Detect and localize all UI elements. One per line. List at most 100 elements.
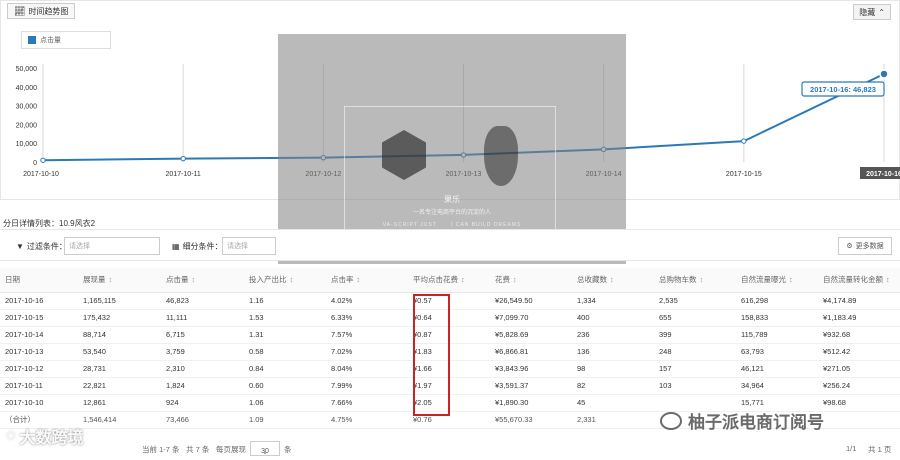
chat-bubble-icon: ◌: [6, 427, 16, 444]
sort-icon: ↕: [699, 275, 704, 285]
chart-legend[interactable]: 点击量: [21, 31, 111, 49]
table-cell: 45: [572, 394, 654, 412]
col-header[interactable]: 花费 ↕: [490, 268, 572, 293]
table-cell: ¥5,828.69: [490, 326, 572, 344]
pager-unit: 条: [284, 445, 292, 454]
table-cell: 2,535: [654, 292, 736, 310]
gear-icon: ⚙: [846, 243, 853, 250]
table-cell: 7.57%: [326, 326, 408, 344]
more-data-button[interactable]: ⚙ 更多数据: [838, 237, 892, 255]
col-header[interactable]: 总购物车数 ↕: [654, 268, 736, 293]
table-cell: 236: [572, 326, 654, 344]
table-cell: 1,334: [572, 292, 654, 310]
table-cell: 2017-10-11: [0, 377, 78, 395]
y-tick-label: 0: [33, 160, 37, 167]
table-cell: ¥3,843.96: [490, 360, 572, 378]
table-cell: 98: [572, 360, 654, 378]
col-header[interactable]: 投入产出比 ↕: [244, 268, 326, 293]
logo-left: ◌ 大数跨境: [6, 424, 84, 448]
pager-total: 共 7 条: [186, 445, 210, 454]
table-cell: 46,823: [161, 292, 244, 310]
watermark-tagline: 一名专注电商平台的沉淀的人: [412, 210, 491, 216]
per-page-select[interactable]: 30 ⌄: [250, 441, 280, 456]
filter-bar: ▼ 过滤条件： 请选择 ▦ 细分条件： 请选择 ⚙ 更多数据: [0, 229, 900, 261]
sort-icon: ↕: [886, 275, 890, 285]
subfilter-select[interactable]: 请选择: [222, 237, 276, 255]
col-header[interactable]: 自然流量转化金额 ↕: [818, 268, 900, 293]
table-cell: 2017-10-10: [0, 394, 78, 412]
sort-icon: ↕: [513, 275, 517, 285]
watermark-name: 果乐: [444, 195, 460, 204]
table-cell: 1,546,414: [78, 411, 161, 429]
trend-tab[interactable]: 📈︎ 时间趋势图: [7, 3, 76, 19]
data-point: [741, 138, 747, 144]
table-cell: ¥256.24: [818, 377, 900, 395]
table-cell: ¥55,670.33: [490, 411, 572, 429]
filter-label-text: 过滤条件：: [26, 242, 67, 251]
wechat-icon: [660, 411, 682, 430]
table-cell: ¥1,183.49: [818, 309, 900, 327]
table-cell: 34,964: [736, 377, 818, 395]
collapse-button[interactable]: 隐藏 ⌃: [853, 4, 891, 20]
x-tick-label: 2017-10-16: [866, 171, 900, 178]
sort-icon: ↕: [289, 275, 294, 285]
table-cell: 7.66%: [326, 394, 408, 412]
table-cell: 1,824: [161, 377, 244, 395]
col-header[interactable]: 日期: [0, 268, 78, 293]
subfilter-label: ▦ 细分条件：: [172, 241, 223, 252]
table-cell: 399: [654, 326, 736, 344]
table-row: 2017-10-16 1,165,115 46,823 1.16 4.02% ¥0.57 ¥…: [0, 292, 900, 310]
table-header-row: 日期 展现量 ↕ 点击量 ↕ 投入产出比 ↕ 点击率 ↕ 平均点击花费 ↕ 花费 ↕ 总收藏…: [0, 268, 900, 293]
filter-select[interactable]: 请选择: [64, 237, 160, 255]
col-header[interactable]: 点击率 ↕: [326, 268, 408, 293]
table-cell: 2017-10-15: [0, 309, 78, 327]
table-cell: 0.84: [244, 360, 326, 378]
table-cell: ¥3,591.37: [490, 377, 572, 395]
table-cell: 0.60: [244, 377, 326, 395]
table-row: 2017-10-13 53,540 3,759 0.58 7.02% ¥1.83 ¥6,86…: [0, 343, 900, 361]
table-cell: 7.02%: [326, 343, 408, 361]
x-tick-label: 2017-10-15: [726, 171, 762, 178]
table-cell: 2,310: [161, 360, 244, 378]
sort-icon: ↕: [610, 275, 614, 285]
table-cell: 248: [654, 343, 736, 361]
table-cell: 6,715: [161, 326, 244, 344]
table-cell: 2017-10-12: [0, 360, 78, 378]
table-cell: 73,466: [161, 411, 244, 429]
pager-page-total: 共 1 页: [868, 445, 892, 454]
logo-left-text: 大数跨境: [19, 430, 84, 447]
table-cell: ¥7,099.70: [490, 309, 572, 327]
pager-per-page-label: 每页展现: [216, 445, 246, 454]
trend-tab-label: 时间趋势图: [28, 6, 69, 16]
table-cell: 157: [654, 360, 736, 378]
table-cell: 115,789: [736, 326, 818, 344]
collapse-label: 隐藏: [859, 7, 876, 17]
table-cell: 103: [654, 377, 736, 395]
table-cell: 175,432: [78, 309, 161, 327]
bearded-figure-icon: [484, 126, 518, 186]
y-tick-label: 40,000: [16, 85, 38, 92]
logo-right: 柚子派电商订阅号: [660, 408, 824, 433]
sort-icon: ↕: [356, 275, 361, 285]
watermark-small-left: VA-SCRIPT JUST: [382, 222, 437, 228]
tooltip-text: 2017-10-16: 46,823: [810, 85, 876, 94]
sort-icon: ↕: [789, 275, 793, 285]
table-row: 2017-10-14 88,714 6,715 1.31 7.57% ¥0.87 ¥5,82…: [0, 326, 900, 344]
table-cell: 0.58: [244, 343, 326, 361]
col-header[interactable]: 总收藏数 ↕: [572, 268, 654, 293]
table-cell: 46,121: [736, 360, 818, 378]
sort-icon: ↕: [108, 275, 113, 285]
table-cell: ¥4,174.89: [818, 292, 900, 310]
pager-current: 当前 1-7 条: [142, 445, 180, 454]
col-header[interactable]: 自然流量曝光 ↕: [736, 268, 818, 293]
chevron-down-icon: ⌄: [262, 449, 268, 456]
col-header[interactable]: 点击量 ↕: [161, 268, 244, 293]
funnel-icon: ▼: [16, 242, 24, 251]
table-cell: 2017-10-13: [0, 343, 78, 361]
col-header[interactable]: 展现量 ↕: [78, 268, 161, 293]
col-header[interactable]: 平均点击花费 ↕: [408, 268, 490, 293]
table-cell: 88,714: [78, 326, 161, 344]
table-cell: 2017-10-14: [0, 326, 78, 344]
x-tick-label: 2017-10-10: [23, 171, 59, 178]
watermark-small: VA-SCRIPT JUST I CAN BUILD DREAMS: [278, 222, 626, 228]
